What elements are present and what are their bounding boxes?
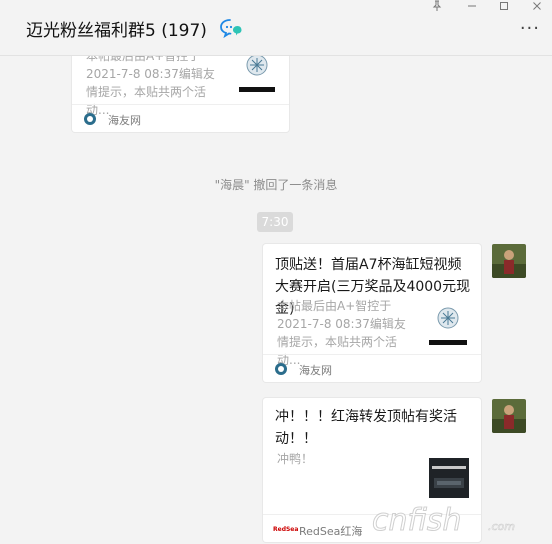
more-options-button[interactable]: ··· xyxy=(520,20,540,38)
minimize-icon[interactable] xyxy=(465,0,479,12)
card-thumbnail xyxy=(429,458,469,498)
haiyou-logo-icon xyxy=(275,363,287,375)
chat-header: 迈光粉丝福利群5 (197) ··· xyxy=(0,0,552,56)
haiyou-logo-icon xyxy=(84,113,96,125)
card-source-label: RedSea红海 xyxy=(299,525,363,538)
avatar[interactable] xyxy=(492,399,526,433)
close-icon[interactable] xyxy=(530,0,544,12)
timestamp: 7:30 xyxy=(257,212,293,232)
chat-title: 迈光粉丝福利群5 (197) xyxy=(26,21,207,41)
card-title: 冲！！！红海转发顶帖有奖活动！！ xyxy=(275,409,457,447)
chat-bubble-icon[interactable] xyxy=(220,18,242,38)
redsea-logo-icon: RedSea xyxy=(273,526,299,533)
card-source: 海友网 xyxy=(263,354,481,382)
avatar[interactable] xyxy=(492,244,526,278)
watermark-text: cnfish xyxy=(372,503,462,538)
watermark-logo: cnfish .com xyxy=(372,503,516,539)
pin-icon[interactable] xyxy=(430,0,444,12)
card-source: 海友网 xyxy=(72,104,289,132)
avatar-photo xyxy=(492,399,526,433)
shared-link-card-a7[interactable]: 顶贴送！首届A7杯海缸短视频大赛开启(三万奖品及4000元现金) 本帖最后由A+… xyxy=(263,244,481,382)
shared-link-card-top[interactable]: 本帖最后由A+智控于 2021-7-8 08:37编辑友情提示，本贴共两个活动.… xyxy=(72,44,289,132)
recall-notice: "海晨" 撤回了一条消息 xyxy=(214,178,338,192)
svg-text:.com: .com xyxy=(488,520,515,533)
card-source-label: 海友网 xyxy=(108,114,141,127)
card-thumbnail xyxy=(237,50,277,94)
avatar-photo xyxy=(492,244,526,278)
card-thumbnail xyxy=(427,302,469,346)
card-source-label: 海友网 xyxy=(299,364,332,377)
card-description: 冲鸭！ xyxy=(277,452,314,466)
maximize-icon[interactable] xyxy=(497,0,511,12)
